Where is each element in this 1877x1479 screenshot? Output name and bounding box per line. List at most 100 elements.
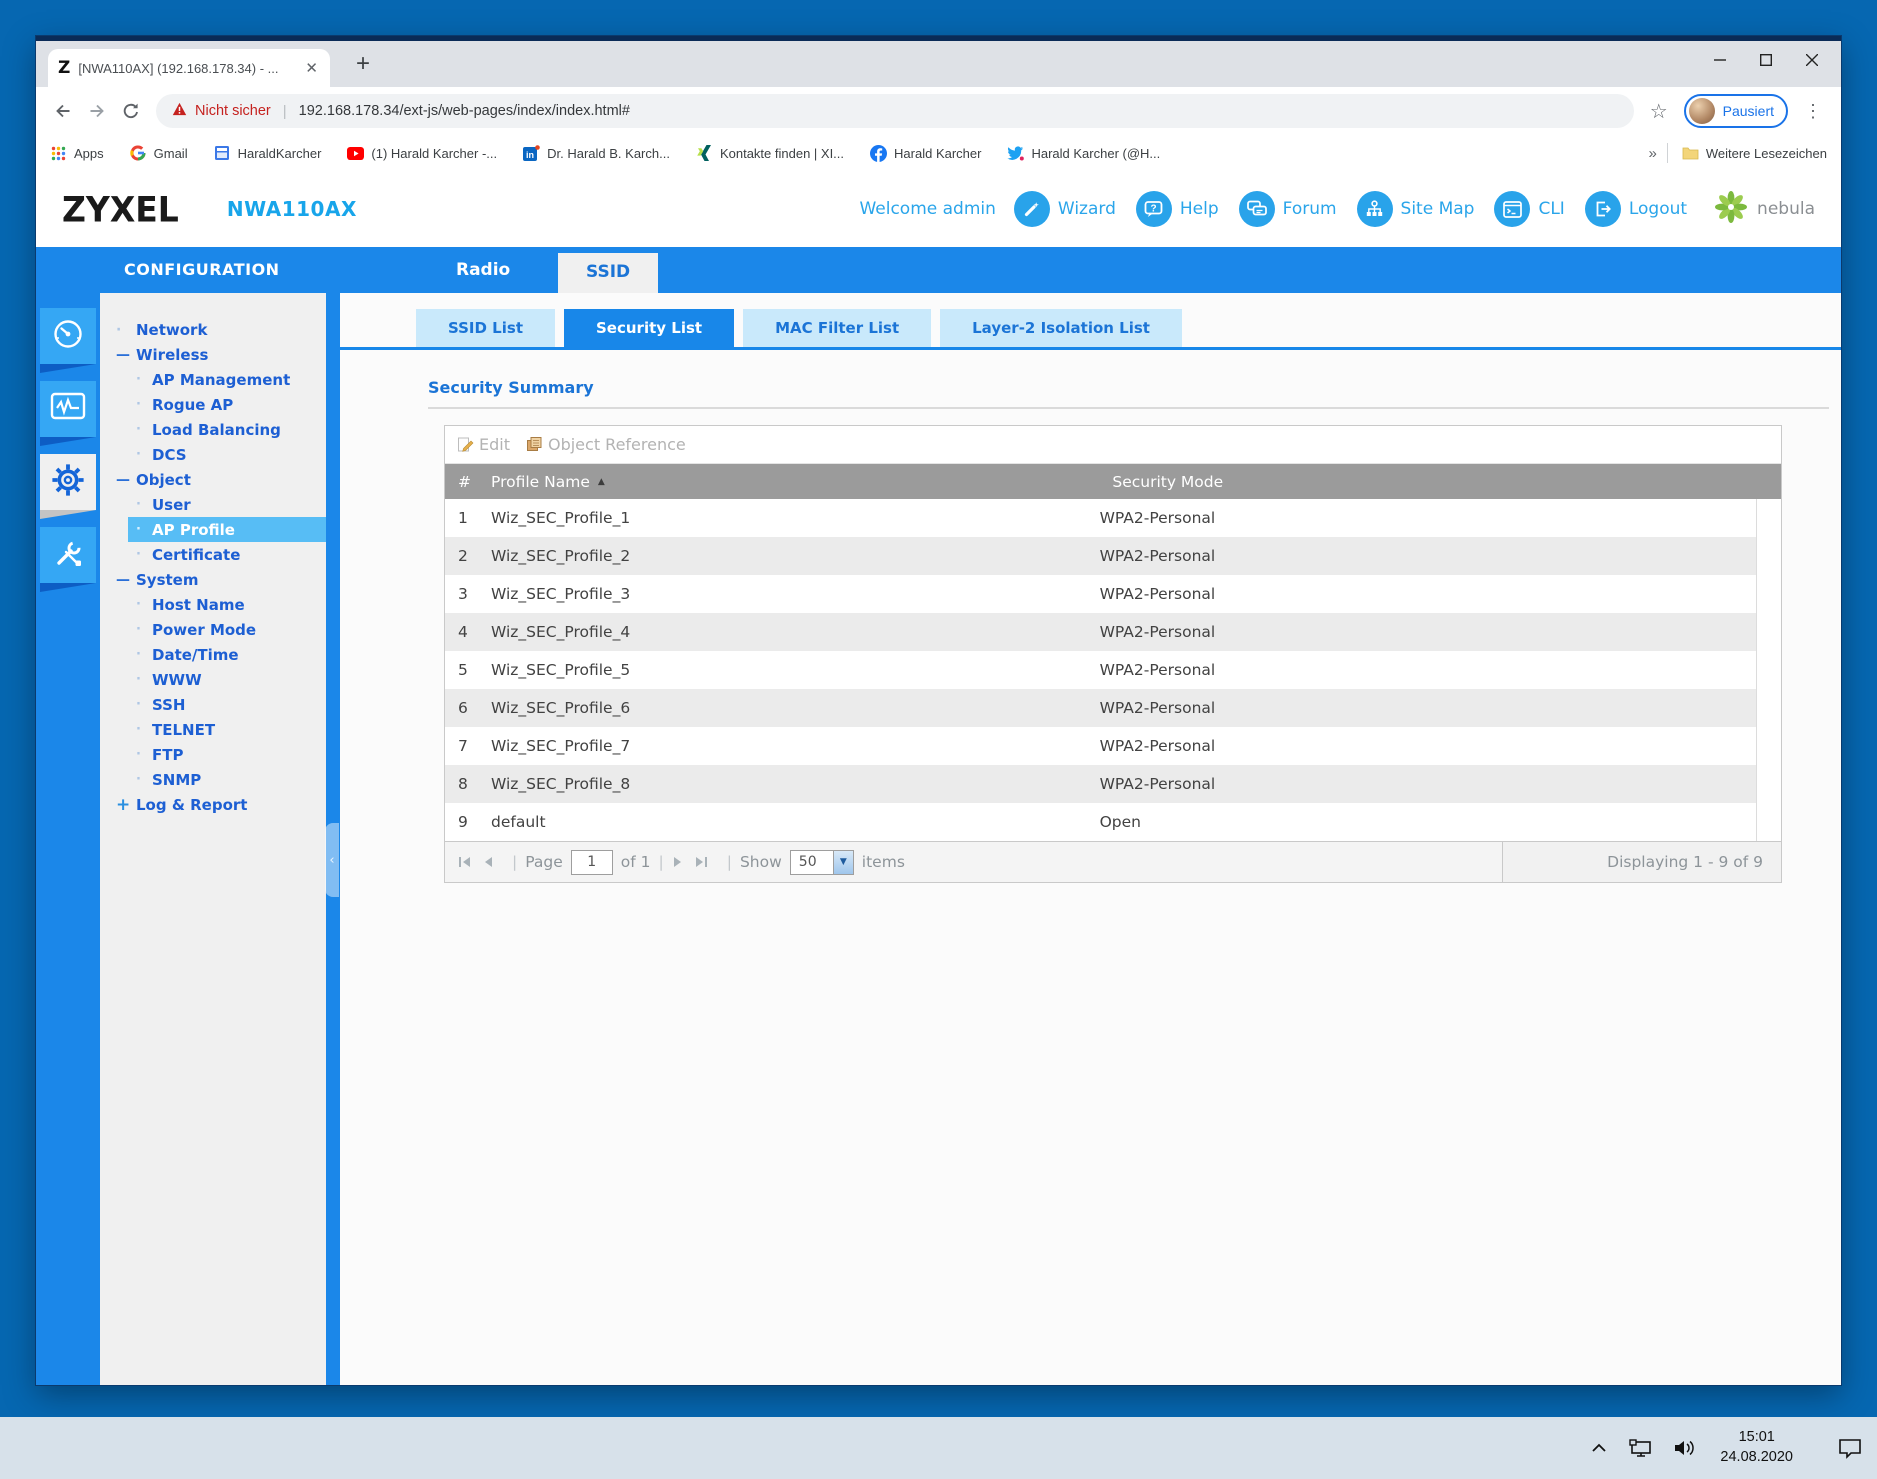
back-icon[interactable] [46,94,80,128]
tab-radio[interactable]: Radio [444,260,522,280]
table-row[interactable]: 2 Wiz_SEC_Profile_2 WPA2-Personal [445,537,1756,575]
wizard-link[interactable]: Wizard [1013,191,1116,227]
tree-marker: · [136,697,141,712]
table-row[interactable]: 5 Wiz_SEC_Profile_5 WPA2-Personal [445,651,1756,689]
close-button[interactable] [1789,43,1835,77]
sidebar-item-network[interactable]: · Network [100,317,326,342]
bookmark-twitter[interactable]: Harald Karcher (@H... [1007,145,1160,162]
first-page-icon[interactable] [457,855,472,869]
configuration-tab[interactable] [40,454,96,519]
bookmark-star-icon[interactable]: ☆ [1642,99,1676,124]
tree-collapse-marker[interactable]: — [116,472,136,488]
sort-ascending-icon[interactable]: ▲ [598,477,605,487]
sidebar-item-telnet[interactable]: · TELNET [100,717,326,742]
chevron-down-icon[interactable]: ▼ [832,850,853,874]
bookmark-facebook[interactable]: Harald Karcher [870,144,981,162]
browser-menu-icon[interactable]: ⋮ [1796,101,1831,122]
tab-ssid[interactable]: SSID [558,253,659,293]
sidebar-item-wireless[interactable]: — Wireless [100,342,326,367]
reload-icon[interactable] [114,94,148,128]
tray-speaker-icon[interactable] [1672,1438,1696,1458]
address-bar[interactable]: Nicht sicher | 192.168.178.34/ext-js/web… [156,94,1634,128]
xing-icon [696,145,713,162]
previous-page-icon[interactable] [482,855,494,869]
bookmarks-overflow-chevron[interactable]: » [1648,145,1656,162]
bookmark-label: HaraldKarcher [237,145,322,161]
subtab-mac-filter-list[interactable]: MAC Filter List [743,309,932,347]
column-header-index[interactable]: # [445,473,491,491]
sidebar-item-dcs[interactable]: · DCS [100,442,326,467]
app-body: · Network — Wireless · AP Management · Rogue… [36,293,1841,1385]
cli-link[interactable]: CLI [1494,191,1565,227]
table-row[interactable]: 7 Wiz_SEC_Profile_7 WPA2-Personal [445,727,1756,765]
sidebar-item-system[interactable]: — System [100,567,326,592]
bookmark-haraldkarcher[interactable]: HaraldKarcher [214,145,322,162]
bookmark-youtube[interactable]: (1) Harald Karcher -... [347,145,497,162]
sidebar-item-user[interactable]: · User [100,492,326,517]
new-tab-button[interactable]: + [348,50,378,78]
tray-chevron-up-icon[interactable] [1590,1441,1608,1455]
subtab-security-list[interactable]: Security List [564,309,735,347]
browser-tab[interactable]: Z [NWA110AX] (192.168.178.34) - ... ✕ [48,49,330,87]
table-row[interactable]: 4 Wiz_SEC_Profile_4 WPA2-Personal [445,613,1756,651]
tree-expand-marker[interactable]: + [116,795,136,815]
next-page-icon[interactable] [672,855,684,869]
security-label[interactable]: Nicht sicher [195,103,271,119]
help-link[interactable]: ? Help [1135,191,1219,227]
logout-link[interactable]: Logout [1584,191,1687,227]
sidebar-item-ssh[interactable]: · SSH [100,692,326,717]
sitemap-link[interactable]: Site Map [1356,191,1474,227]
sidebar-item-date-time[interactable]: · Date/Time [100,642,326,667]
tree-collapse-marker[interactable]: — [116,347,136,363]
forum-link[interactable]: Forum [1238,191,1337,227]
sidebar-collapse-handle[interactable]: ‹ [325,823,339,897]
minimize-button[interactable] [1697,43,1743,77]
sidebar-item-host-name[interactable]: · Host Name [100,592,326,617]
column-header-profile-name[interactable]: Profile Name ▲ [491,473,1112,491]
subtab-layer2-isolation-list[interactable]: Layer-2 Isolation List [940,309,1182,347]
tray-network-display-icon[interactable] [1628,1438,1652,1458]
profile-name: Wiz_SEC_Profile_4 [491,623,631,641]
sidebar-item-ap-management[interactable]: · AP Management [100,367,326,392]
sidebar-item-rogue-ap[interactable]: · Rogue AP [100,392,326,417]
dashboard-tab[interactable] [40,308,96,373]
page-size-select[interactable]: 50 ▼ [789,849,854,875]
bookmark-linkedin[interactable]: in Dr. Harald B. Karch... [523,144,670,162]
page-number-input[interactable]: 1 [570,849,613,875]
maximize-button[interactable] [1743,43,1789,77]
sidebar-item-ap-profile[interactable]: · AP Profile [128,517,326,542]
subtab-ssid-list[interactable]: SSID List [416,309,555,347]
table-row[interactable]: 9 default Open [445,803,1756,841]
sidebar-item-power-mode[interactable]: · Power Mode [100,617,326,642]
profile-button[interactable]: Pausiert [1683,94,1788,128]
tree-collapse-marker[interactable]: — [116,572,136,588]
sidebar-item-certificate[interactable]: · Certificate [100,542,326,567]
last-page-icon[interactable] [694,855,709,869]
sidebar-item-log-report[interactable]: + Log & Report [100,792,326,817]
sidebar-item-label: Power Mode [152,620,257,639]
bookmark-gmail[interactable]: Gmail [130,145,188,162]
sidebar-item-load-balancing[interactable]: · Load Balancing [100,417,326,442]
bookmark-xing[interactable]: Kontakte finden | XI... [696,145,844,162]
table-row[interactable]: 3 Wiz_SEC_Profile_3 WPA2-Personal [445,575,1756,613]
table-row[interactable]: 1 Wiz_SEC_Profile_1 WPA2-Personal [445,499,1756,537]
more-bookmarks[interactable]: Weitere Lesezeichen [1682,145,1827,162]
maintenance-tab[interactable] [40,527,96,592]
sidebar-item-snmp[interactable]: · SNMP [100,767,326,792]
monitor-tab[interactable] [40,381,96,446]
tab-close-icon[interactable]: ✕ [303,59,320,77]
table-row[interactable]: 8 Wiz_SEC_Profile_8 WPA2-Personal [445,765,1756,803]
action-center-icon[interactable] [1837,1437,1863,1459]
edit-button[interactable]: Edit [457,435,510,454]
sidebar-item-www[interactable]: · WWW [100,667,326,692]
sidebar-item-object[interactable]: — Object [100,467,326,492]
table-row[interactable]: 6 Wiz_SEC_Profile_6 WPA2-Personal [445,689,1756,727]
object-reference-button[interactable]: Object Reference [526,435,686,454]
taskbar-clock[interactable]: 15:01 24.08.2020 [1720,1428,1793,1467]
forward-icon[interactable] [80,94,114,128]
url-text[interactable]: 192.168.178.34/ext-js/web-pages/index/in… [299,103,630,119]
bookmark-apps[interactable]: Apps [50,145,104,162]
column-header-security-mode[interactable]: Security Mode [1112,473,1781,491]
sidebar-item-ftp[interactable]: · FTP [100,742,326,767]
nebula-link[interactable]: nebula [1711,187,1815,231]
